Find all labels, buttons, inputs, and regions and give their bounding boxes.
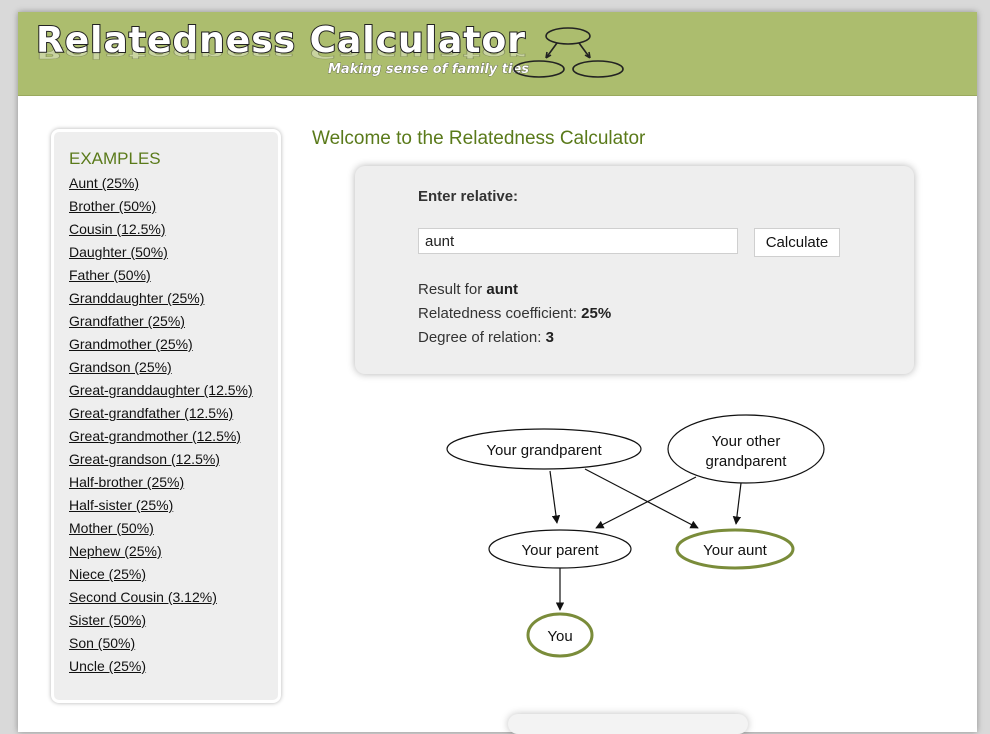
node-you: You [526, 612, 594, 658]
edge-other-grandparent-to-aunt [732, 482, 742, 525]
edge-grandparent-to-aunt [584, 468, 699, 529]
node-aunt: Your aunt [675, 528, 795, 570]
node-grandparent-label: Your grandparent [486, 442, 602, 459]
node-other-grandparent-label-line1: Your other [712, 433, 781, 450]
node-other-grandparent: Your other grandparent [667, 414, 825, 484]
node-parent-label: Your parent [521, 542, 599, 559]
node-other-grandparent-label-line2: grandparent [706, 453, 788, 470]
edge-grandparent-to-parent [549, 470, 561, 524]
node-parent: Your parent [488, 529, 632, 569]
relationship-diagram: Your grandparent Your other grandparent … [446, 414, 825, 658]
node-aunt-label: Your aunt [703, 542, 768, 559]
node-you-label: You [547, 628, 572, 645]
edge-other-grandparent-to-parent [595, 476, 697, 529]
bottom-panel-edge [508, 714, 748, 734]
page: Relatedness Calculator Relatedness Calcu… [18, 12, 977, 734]
node-grandparent: Your grandparent [446, 428, 642, 470]
